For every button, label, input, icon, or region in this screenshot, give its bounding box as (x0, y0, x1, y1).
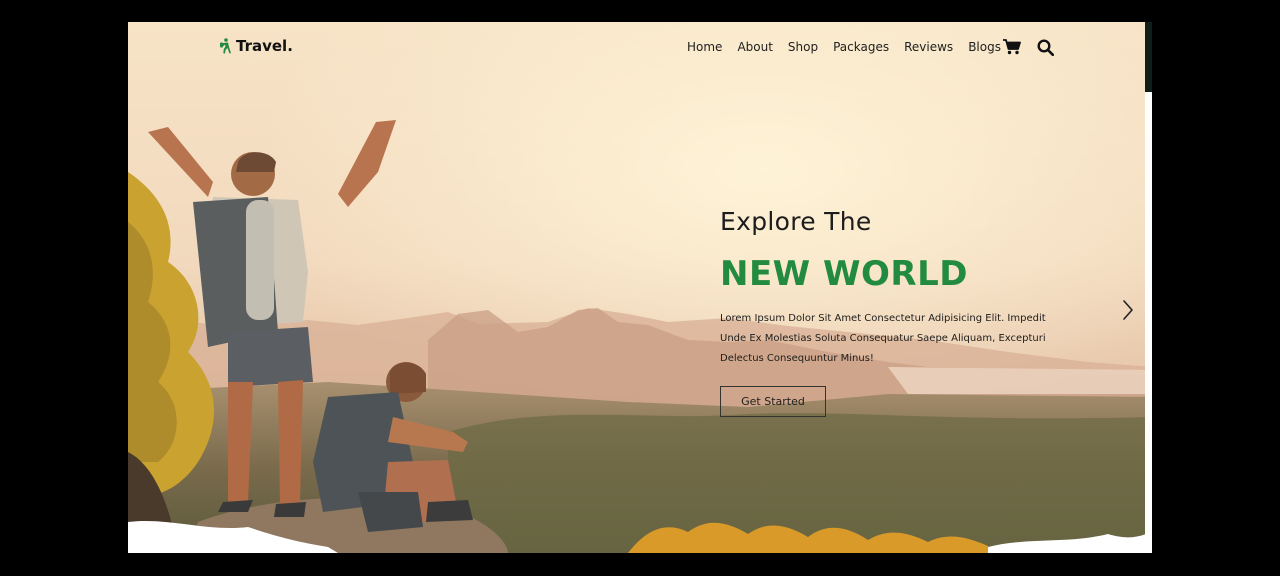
hero-description: Lorem Ipsum Dolor Sit Amet Consectetur A… (720, 313, 1046, 364)
cart-icon[interactable] (1003, 39, 1021, 55)
browser-viewport: Travel. Home About Shop Packages Reviews… (128, 22, 1152, 553)
hero-subtitle: Explore The (720, 207, 872, 236)
logo[interactable]: Travel. (219, 37, 293, 55)
nav-link-about[interactable]: About (737, 40, 772, 54)
nav-link-packages[interactable]: Packages (833, 40, 889, 54)
hero-title: NEW WORLD (720, 254, 968, 294)
chevron-right-icon[interactable] (1121, 298, 1135, 322)
get-started-button[interactable]: Get Started (720, 386, 826, 417)
main-nav: Home About Shop Packages Reviews Blogs (687, 40, 1016, 54)
nav-link-shop[interactable]: Shop (788, 40, 818, 54)
nav-link-reviews[interactable]: Reviews (904, 40, 953, 54)
hero-content: Explore The NEW WORLD Lorem Ipsum Dolor … (720, 207, 1050, 369)
nav-link-home[interactable]: Home (687, 40, 722, 54)
scrollbar-thumb[interactable] (1145, 22, 1152, 92)
logo-text: Travel. (236, 37, 293, 55)
nav-link-blogs[interactable]: Blogs (968, 40, 1001, 54)
search-icon[interactable] (1037, 39, 1054, 56)
navbar: Travel. Home About Shop Packages Reviews… (128, 22, 1145, 74)
scrollbar-track[interactable] (1145, 22, 1152, 553)
hiker-icon (220, 38, 231, 54)
